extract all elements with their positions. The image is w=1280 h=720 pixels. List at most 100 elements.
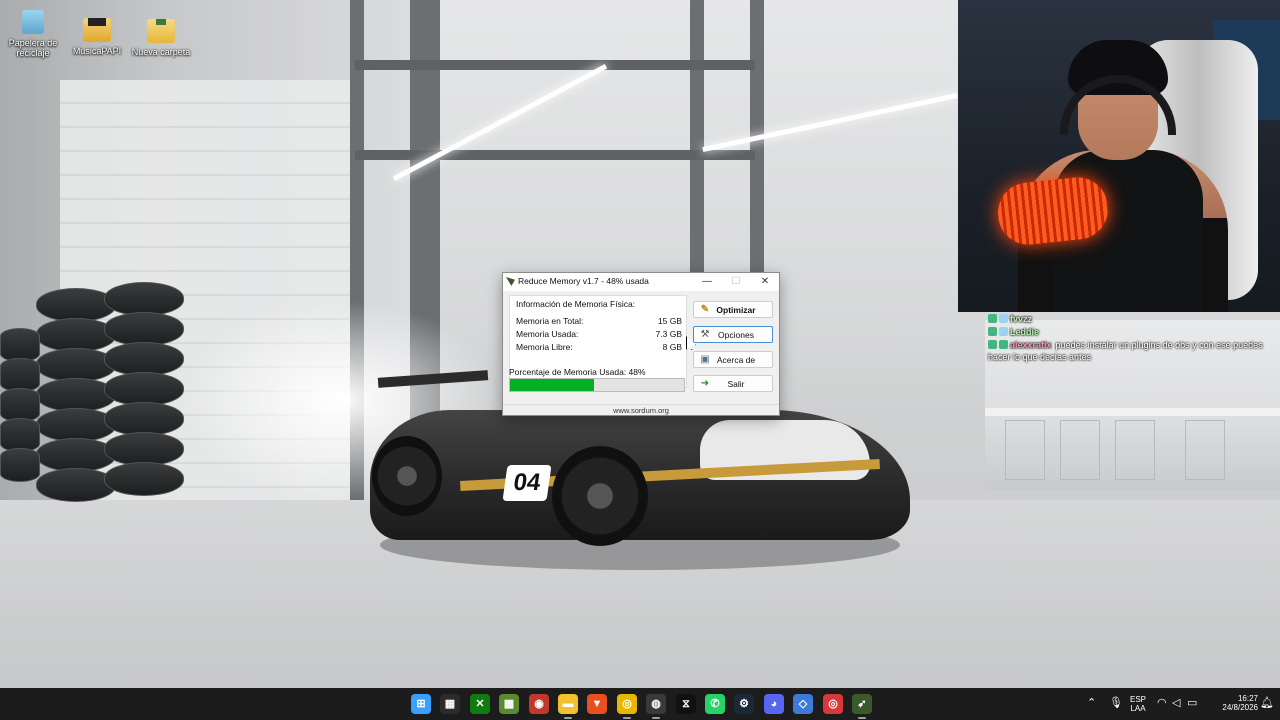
reduce-memory-window: Reduce Memory v1.7 - 48% usada — ☐ ✕ Inf… [502,272,780,416]
taskbar-app-glyph: ▼ [591,698,603,710]
chat-text: puedes instalar un plugins de obs y con … [1055,339,1263,350]
taskbar-app-glyph: ▦ [444,698,456,710]
among-us-icon[interactable]: ◉ [529,694,549,714]
desktop-icon-nueva-carpeta[interactable]: Nueva carpeta [128,10,194,57]
car-number: 04 [502,465,552,501]
chat-badge-icon [988,340,997,349]
reduce-memory-app-icon [506,277,515,286]
clock[interactable]: 16:27 24/8/2026 [1208,688,1258,720]
tire-stack [0,328,40,482]
wifi-icon[interactable]: ◠ [1157,696,1167,709]
steel-beam [355,60,755,70]
running-indicator [623,717,631,719]
obs-icon[interactable]: ◍ [646,694,666,714]
exit-button-label: Salir [727,378,745,389]
desktop-icon-musicapapi[interactable]: MusicaPAPI [64,10,130,56]
taskbar-app-glyph: ✕ [475,698,485,710]
website-link[interactable]: www.sordum.org [503,404,779,416]
chat-message: Leddie [988,325,1280,338]
start-icon[interactable]: ⊞ [411,694,431,714]
chat-badge-icon [999,327,1008,336]
about-button-label: Acerca de [716,354,756,365]
info-card-icon: ▣ [700,353,710,365]
chat-message: fvvzz [988,312,1280,325]
running-indicator [858,717,866,719]
chat-text-continuation: hacer lo que decías antes [988,352,1092,362]
chat-badge-icon [988,314,997,323]
memory-used-label: Memoria Usada: [516,329,579,339]
maximize-button[interactable]: ☐ [722,273,750,291]
taskbar-app-glyph: ◇ [798,698,808,710]
memory-used-row: Memoria Usada: 7.3 GB [516,329,682,339]
exit-button[interactable]: ➜ Salir [693,375,773,392]
taskbar-app-glyph: ◎ [828,698,838,710]
memory-used-value: 7.3 GB [655,329,682,339]
webcam-overlay [958,0,1280,312]
keyboard-layout: LAA [1130,704,1146,713]
taskbar-app-glyph: ◉ [534,698,544,710]
whatsapp-icon[interactable]: ✆ [705,694,725,714]
running-indicator [652,717,660,719]
optimize-button-label: Optimizar [716,304,756,315]
close-button[interactable]: ✕ [751,273,779,291]
chat-message: alexxratix puedes instalar un plugins de… [988,338,1280,351]
memory-total-value: 15 GB [657,316,682,326]
memory-info-title: Información de Memoria Física: [516,299,636,309]
chat-badge-icon [999,340,1008,349]
running-indicator [564,717,572,719]
taskbar-app-glyph: ➶ [857,698,867,710]
stream-chat-overlay: fvvzz Leddie alexxratix puedes instalar … [988,312,1280,364]
taskbar-app-glyph: ✆ [710,698,720,710]
ceiling-light [702,93,958,152]
chat-username: fvvzz [1010,313,1033,324]
battery-icon[interactable]: ▭ [1187,696,1197,709]
store-icon[interactable]: ▦ [440,694,460,714]
car-wheel [552,446,648,546]
xbox-icon[interactable]: ✕ [470,694,490,714]
volume-icon[interactable]: ◁ [1172,696,1180,709]
memory-total-row: Memoria en Total: 15 GB [516,316,682,326]
taskbar-app-glyph: ◕ [770,698,778,710]
minecraft-icon[interactable]: ▩ [499,694,519,714]
language-indicator[interactable]: ESP LAA [1126,688,1150,720]
roblox-icon[interactable]: ◇ [793,694,813,714]
taskbar-app-glyph: ▩ [503,698,515,710]
wrench-icon: ⚒ [700,328,710,340]
capcut-icon[interactable]: ⧖ [676,694,696,714]
taskbar-app-glyph: ◍ [651,698,661,710]
chat-username: Leddie [1010,326,1040,337]
memory-free-value: 8 GB [662,342,682,352]
notifications-icon[interactable]: 🔔︎ [1260,696,1274,709]
steel-beam [355,150,755,160]
microphone-tray-icon[interactable]: 🎙︎ [1109,696,1123,709]
recycle-bin-icon [22,10,44,34]
brave-icon[interactable]: ▼ [587,694,607,714]
title-bar[interactable]: Reduce Memory v1.7 - 48% usada — ☐ ✕ [503,273,779,291]
taskbar: ⊞ ▦ ✕ ▩ ◉ ▬ ▼ ◎ ◍ ⧖ ✆ ⚙ ◕ ◇ ◎ ➶ ⌃ 🎙︎ ESP LAA ◠ ◁ ▭ 16:2… [0,688,1280,720]
options-button[interactable]: ⚒ Opciones [693,326,773,343]
taskbar-app-glyph: ⚙ [739,698,749,710]
discord-icon[interactable]: ◕ [764,694,784,714]
file-explorer-icon[interactable]: ▬ [558,694,578,714]
chrome-icon[interactable]: ◎ [617,694,637,714]
optimize-button[interactable]: ✎ Optimizar [693,301,773,318]
taskbar-app-glyph: ▬ [562,698,574,710]
exit-door-icon: ➜ [700,377,710,389]
desktop-icon-label: MusicaPAPI [72,46,122,56]
taskbar-app-glyph: ◎ [622,698,632,710]
chat-badge-icon [988,327,997,336]
reduce-memory-icon[interactable]: ➶ [852,694,872,714]
minimize-button[interactable]: — [693,273,721,291]
steam-icon[interactable]: ⚙ [734,694,754,714]
memory-usage-progress-bar [509,378,685,392]
folder-icon [83,18,111,42]
app-red-icon[interactable]: ◎ [823,694,843,714]
desktop-icon-label: Papelera de reciclaje [8,38,58,58]
car-wheel [372,436,442,516]
desktop-icon-recycle-bin[interactable]: Papelera de reciclaje [0,10,66,58]
about-button[interactable]: ▣ Acerca de [693,351,773,368]
window-title: Reduce Memory v1.7 - 48% usada [518,276,649,286]
taskbar-app-glyph: ⊞ [416,698,426,710]
show-hidden-icons-chevron-icon[interactable]: ⌃ [1087,696,1096,709]
memory-free-label: Memoria Libre: [516,342,573,352]
